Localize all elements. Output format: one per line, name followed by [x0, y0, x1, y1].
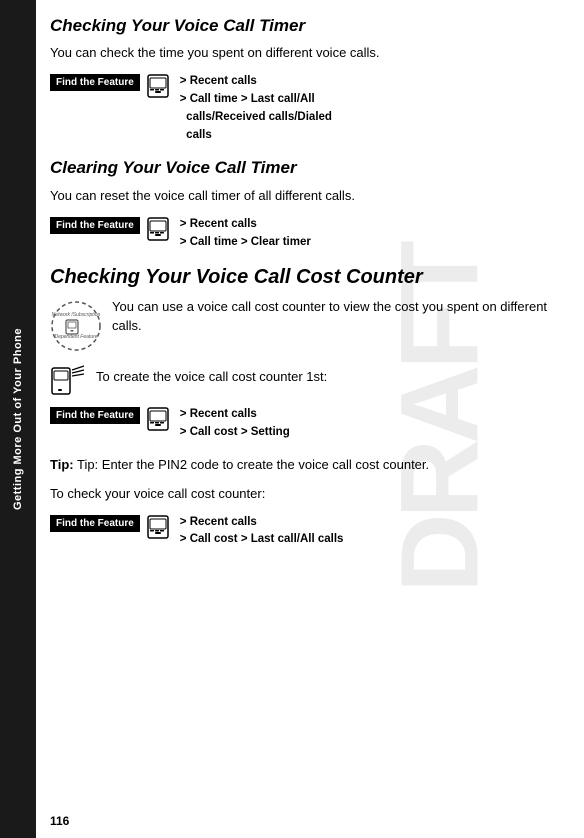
nav-path-4: > Recent calls> Call cost > Last call/Al…: [180, 514, 344, 550]
phone-icon-2: [146, 217, 174, 241]
nav-path-2: > Recent calls> Call time > Clear timer: [180, 216, 311, 252]
sub-instruction-2: To check your voice call cost counter:: [50, 485, 566, 504]
find-feature-label-1: Find the Feature: [50, 74, 140, 91]
body-text-cost-counter: You can use a voice call cost counter to…: [112, 298, 566, 336]
svg-text:Dependent Feature: Dependent Feature: [54, 334, 97, 340]
body-text-clearing-timer: You can reset the voice call timer of al…: [50, 187, 566, 206]
page-number: 116: [50, 814, 69, 828]
phone-antenna-row: To create the voice call cost counter 1s…: [50, 362, 566, 398]
svg-text:Network /Subscription: Network /Subscription: [52, 312, 101, 318]
body-text-checking-timer: You can check the time you spent on diff…: [50, 44, 566, 63]
sidebar-label: Getting More Out of Your Phone: [12, 328, 24, 510]
main-content: DRAFT Checking Your Voice Call Timer You…: [36, 0, 584, 838]
section-heading-clearing-timer: Clearing Your Voice Call Timer: [50, 158, 566, 178]
phone-antenna-icon: [50, 362, 86, 398]
nav-path-3: > Recent calls> Call cost > Setting: [180, 406, 290, 442]
find-feature-label-3: Find the Feature: [50, 407, 140, 424]
tip-text: Tip: Tip: Enter the PIN2 code to create …: [50, 456, 566, 475]
find-feature-label-4: Find the Feature: [50, 515, 140, 532]
sub-instruction-1: To create the voice call cost counter 1s…: [96, 362, 327, 387]
find-feature-row-1: Find the Feature > Recent calls> Call ti…: [50, 73, 566, 144]
section-heading-cost-counter: Checking Your Voice Call Cost Counter: [50, 265, 566, 290]
network-subscription-icon: Network /Subscription Dependent Feature: [50, 300, 102, 352]
content-inner: Checking Your Voice Call Timer You can c…: [50, 16, 566, 549]
find-feature-label-2: Find the Feature: [50, 217, 140, 234]
phone-icon-1: [146, 74, 174, 98]
nav-path-1: > Recent calls> Call time > Last call/Al…: [180, 73, 332, 144]
find-feature-row-4: Find the Feature > Recent calls> Call co…: [50, 514, 566, 550]
find-feature-row-2: Find the Feature > Recent calls> Call ti…: [50, 216, 566, 252]
sidebar: Getting More Out of Your Phone: [0, 0, 36, 838]
phone-icon-3: [146, 407, 174, 431]
section-heading-checking-timer: Checking Your Voice Call Timer: [50, 16, 566, 36]
phone-icon-4: [146, 515, 174, 539]
find-feature-row-3: Find the Feature > Recent calls> Call co…: [50, 406, 566, 442]
